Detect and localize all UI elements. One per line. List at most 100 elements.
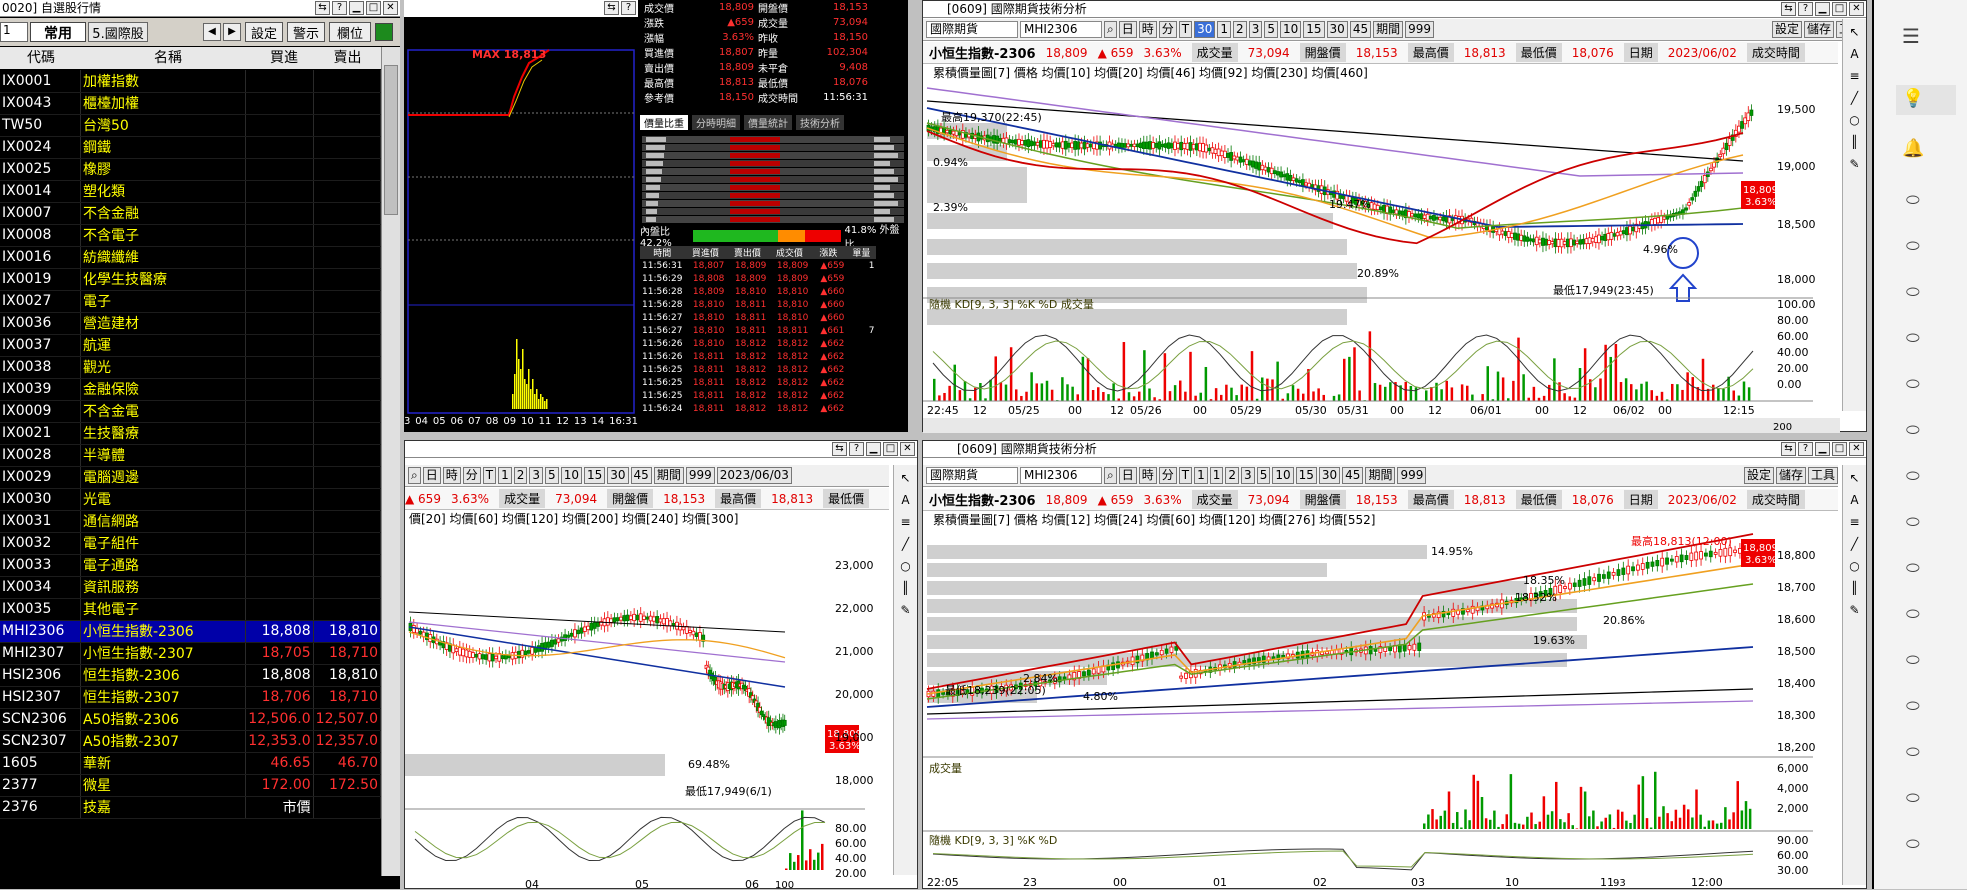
tag-icon[interactable]: ⬭ [1906,604,1920,624]
table-row[interactable]: IX0007不含金融 [0,202,381,224]
table-row[interactable]: IX0030光電 [0,488,381,510]
chart3-drawing-tools[interactable]: ↖A≡╱○║✎ [1842,465,1866,885]
maximize-icon[interactable]: □ [883,442,898,456]
table-row[interactable]: IX0033電子通路 [0,554,381,576]
tab-intl[interactable]: 5.國際股 [88,22,148,42]
close-icon[interactable]: ✕ [383,1,398,15]
table-row[interactable]: TW50台灣50 [0,114,381,136]
table-row[interactable]: IX0009不含金電 [0,400,381,422]
period-button[interactable]: 15 [1296,467,1317,484]
col-name[interactable]: 名稱 [82,47,254,69]
table-row[interactable]: SCN2306A50指數-230612,506.012,507.0 [0,708,381,730]
period-button[interactable]: 30 [1194,21,1215,38]
table-row[interactable]: IX0035其他電子 [0,598,381,620]
close-icon[interactable]: ✕ [1849,2,1864,16]
help-icon[interactable]: ? [1798,442,1813,456]
period-button[interactable]: T [1179,467,1192,484]
cursor-icon[interactable]: ↖ [1849,471,1859,485]
text-tool-icon[interactable]: A [901,493,909,507]
period-button[interactable]: 10 [1280,21,1301,38]
table-row[interactable]: IX0001加權指數 [0,70,381,92]
tag-icon[interactable]: ⬭ [1906,512,1920,532]
table-row[interactable]: IX0019化學生技醫療 [0,268,381,290]
line-tool-icon[interactable]: ╱ [1851,91,1858,105]
tag-icon[interactable]: ⬭ [1906,374,1920,394]
next-icon[interactable]: ▶ [223,23,241,41]
period-button[interactable]: 999 [1405,21,1434,38]
period-button[interactable]: 15 [584,467,605,484]
table-row[interactable]: IX0008不含電子 [0,224,381,246]
period-button[interactable]: 10 [1272,467,1293,484]
period-button[interactable]: 時 [1139,467,1157,484]
chart2-drawing-tools[interactable]: ↖A≡╱○║✎ [893,465,917,875]
bell-icon[interactable]: 🔔 [1902,138,1924,159]
quote-tab[interactable]: 分時明細 [692,115,740,130]
period-button[interactable]: 999 [1397,467,1426,484]
table-row[interactable]: IX0024鋼鐵 [0,136,381,158]
period-button[interactable]: 10 [561,467,582,484]
quote-tab[interactable]: 技術分析 [796,115,844,130]
period-button[interactable]: 2 [1225,467,1239,484]
minimize-icon[interactable]: ▁ [1815,2,1830,16]
table-row[interactable]: 1605華新46.6546.70 [0,752,381,774]
table-row[interactable]: IX0043櫃檯加權 [0,92,381,114]
tag-icon[interactable]: ⬭ [1906,696,1920,716]
table-row[interactable]: IX0031通信網路 [0,510,381,532]
pen-tool-icon[interactable]: ✎ [1849,603,1859,617]
help-icon[interactable]: ? [849,442,864,456]
table-row[interactable]: SCN2307A50指數-230712,353.012,357.0 [0,730,381,752]
export-icon[interactable] [375,23,393,41]
text-tool-icon[interactable]: A [1850,493,1858,507]
columns-button[interactable]: 欄位 [329,22,371,42]
period-button[interactable]: 時 [1139,21,1157,38]
lines-icon[interactable]: ≡ [1849,515,1859,529]
table-row[interactable]: HSI2307恒生指數-230718,70618,710 [0,686,381,708]
pen-tool-icon[interactable]: ✎ [1849,157,1859,171]
bars-icon[interactable]: ║ [902,581,909,595]
period-button[interactable]: 5 [1264,21,1278,38]
pin-icon[interactable]: ⇆ [1781,442,1796,456]
help-icon[interactable]: ? [332,1,347,15]
period-button[interactable]: 45 [1350,21,1371,38]
tool-button[interactable]: 儲存 [1776,467,1806,484]
help-icon[interactable]: ? [621,1,636,15]
minimize-icon[interactable]: ▁ [866,442,881,456]
period-button[interactable]: 30 [1327,21,1348,38]
period-button[interactable]: 期間 [1365,467,1395,484]
table-row[interactable]: IX0025橡膠 [0,158,381,180]
table-row[interactable]: MHI2307小恒生指數-230718,70518,710 [0,642,381,664]
tab-1[interactable]: 1 [0,22,28,42]
period-button[interactable]: 5 [545,467,559,484]
lines-icon[interactable]: ≡ [900,515,910,529]
table-row[interactable]: MHI2306小恒生指數-230618,80818,810 [0,620,381,642]
minimize-icon[interactable]: ▁ [349,1,364,15]
close-icon[interactable]: ✕ [1849,442,1864,456]
tag-icon[interactable]: ⬭ [1906,742,1920,762]
cursor-icon[interactable]: ↖ [1849,25,1859,39]
minimize-icon[interactable]: ▁ [1815,442,1830,456]
quote-tab[interactable]: 價量統計 [744,115,792,130]
chart1-drawing-tools[interactable]: ↖A≡╱○║✎ [1842,19,1866,411]
line-tool-icon[interactable]: ╱ [902,537,909,551]
tag-icon[interactable]: ⬭ [1906,558,1920,578]
table-row[interactable]: IX0029電腦週邊 [0,466,381,488]
search-icon[interactable]: ⌕ [1104,21,1117,38]
symbol-select[interactable]: MHI2306 [1020,467,1102,484]
pin-icon[interactable]: ⇆ [315,1,330,15]
tag-icon[interactable]: ⬭ [1906,420,1920,440]
tag-icon[interactable]: ⬭ [1906,190,1920,210]
bars-icon[interactable]: ║ [1851,135,1858,149]
pin-icon[interactable]: ⇆ [1781,2,1796,16]
tag-icon[interactable]: ⬭ [1906,834,1920,854]
help-icon[interactable]: ? [1798,2,1813,16]
tag-icon[interactable]: ⬭ [1906,236,1920,256]
tool-button[interactable]: 設定 [1744,467,1774,484]
table-row[interactable]: IX0027電子 [0,290,381,312]
circle-tool-icon[interactable]: ○ [1849,113,1859,127]
tool-button[interactable]: 儲存 [1804,21,1834,38]
period-button[interactable]: 5 [1257,467,1271,484]
period-button[interactable]: 日 [1119,467,1137,484]
category-select[interactable]: 國際期貨 [926,21,1018,38]
lines-icon[interactable]: ≡ [1849,69,1859,83]
period-button[interactable]: 1 [1194,467,1208,484]
